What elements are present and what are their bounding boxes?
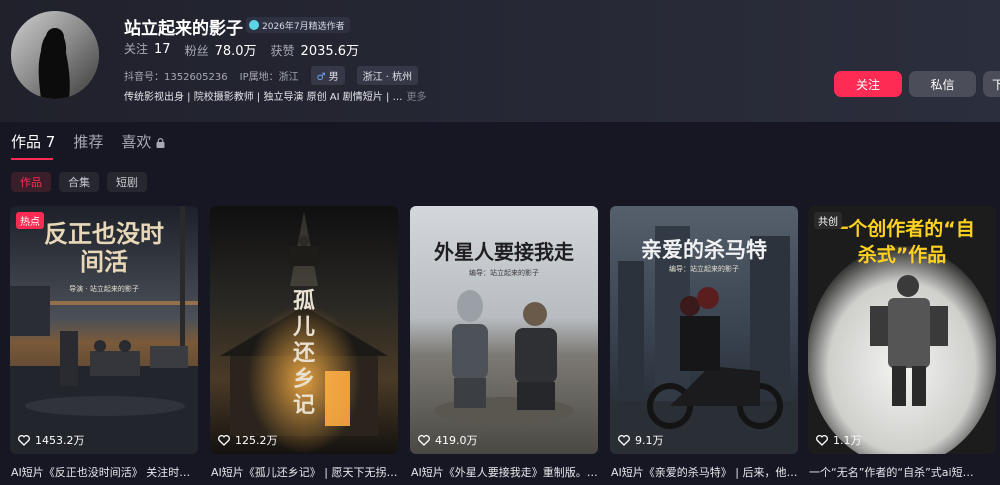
stat-likes: 获赞 2035.6万 <box>270 44 360 59</box>
video-thumbnail[interactable]: 孤儿还乡记 125.2万 <box>210 206 398 454</box>
video-grid: 反正也没时间活 导演 · 站立起来的影子 热点 1453.2万 AI短片《反正也… <box>10 206 1000 485</box>
thumbnail-title: 亲爱的杀马特 <box>641 237 767 262</box>
profile-name: 站立起来的影子 <box>124 19 243 39</box>
stat-following[interactable]: 关注 17 <box>124 40 171 59</box>
profile-bio: 传统影视出身 | 院校摄影教师 | 独立导演 原创 AI 剧情短片 | … 更多 <box>124 88 427 103</box>
thumbnail-subtitle: 编导：站立起来的影子 <box>469 269 539 277</box>
hot-badge: 热点 <box>16 212 44 229</box>
tab-liked-label: 喜欢 <box>121 133 152 151</box>
works-filter: 作品 合集 短剧 <box>11 172 147 192</box>
profile-meta: 抖音号：1352605236 IP属地：浙江 ♂ 男 浙江 · 杭州 <box>124 66 419 85</box>
co-created-badge: 共创 <box>814 212 842 229</box>
avatar-image <box>11 11 99 99</box>
video-card[interactable]: 孤儿还乡记 125.2万 AI短片《孤儿还乡记》 | 愿天下无拐… <box>210 206 398 479</box>
heart-icon <box>618 434 630 446</box>
tab-active-indicator <box>11 158 53 160</box>
video-thumbnail[interactable]: 亲爱的杀马特 编导：站立起来的影子 9.1万 <box>610 206 798 454</box>
profile-tabs: 作品 7 推荐 喜欢 <box>11 131 165 152</box>
like-count-value: 1453.2万 <box>35 434 85 447</box>
filter-works[interactable]: 作品 <box>11 172 51 192</box>
follow-button[interactable]: 关注 <box>834 71 902 97</box>
featured-creator-badge[interactable]: 2026年7月精选作者 <box>246 17 350 33</box>
video-thumbnail[interactable]: 一个创作者的“自杀式”作品 共创 1.1万 <box>808 206 996 454</box>
more-button[interactable]: 下 <box>983 71 1000 97</box>
ip-location: IP属地：浙江 <box>239 72 299 83</box>
like-count: 419.0万 <box>418 432 478 448</box>
stat-followers[interactable]: 粉丝 78.0万 <box>185 40 257 59</box>
heart-icon <box>816 434 828 446</box>
thumbnail-title: 孤儿还乡记 <box>292 288 315 418</box>
video-card[interactable]: 反正也没时间活 导演 · 站立起来的影子 热点 1453.2万 AI短片《反正也… <box>10 206 198 479</box>
like-count: 9.1万 <box>618 432 664 448</box>
tab-recommended[interactable]: 推荐 <box>73 131 103 152</box>
video-card[interactable]: 外星人要接我走 编导：站立起来的影子 419.0万 AI短片《外星人要接我走》重… <box>410 206 598 479</box>
video-caption[interactable]: 一个“无名”作者的“自杀”式ai短… <box>809 464 996 480</box>
lock-icon <box>156 137 165 148</box>
thumbnail-subtitle: 导演 · 站立起来的影子 <box>69 285 139 293</box>
heart-icon <box>18 434 30 446</box>
douyin-id: 抖音号：1352605236 <box>124 72 228 83</box>
like-count: 1453.2万 <box>18 432 85 448</box>
filter-short-dramas[interactable]: 短剧 <box>107 172 147 192</box>
heart-icon <box>218 434 230 446</box>
message-button[interactable]: 私信 <box>909 71 976 97</box>
video-caption[interactable]: AI短片《亲爱的杀马特》 | 后来，他… <box>611 464 798 480</box>
gender-tag: ♂ 男 <box>310 66 345 85</box>
like-count-value: 419.0万 <box>435 434 478 447</box>
like-count: 125.2万 <box>218 432 278 448</box>
tab-works[interactable]: 作品 7 <box>11 131 55 152</box>
like-count-value: 1.1万 <box>833 434 862 447</box>
thumbnail-title: 外星人要接我走 <box>434 240 574 264</box>
thumbnail-subtitle: 编导：站立起来的影子 <box>669 265 739 273</box>
badge-icon <box>249 20 259 30</box>
male-icon: ♂ <box>316 72 326 83</box>
tab-liked[interactable]: 喜欢 <box>121 131 165 152</box>
video-thumbnail[interactable]: 外星人要接我走 编导：站立起来的影子 419.0万 <box>410 206 598 454</box>
heart-icon <box>418 434 430 446</box>
video-caption[interactable]: AI短片《孤儿还乡记》 | 愿天下无拐… <box>211 464 398 480</box>
video-caption[interactable]: AI短片《外星人要接我走》重制版。… <box>411 464 598 480</box>
badge-label: 2026年7月精选作者 <box>262 21 345 32</box>
location-tag: 浙江 · 杭州 <box>356 66 419 85</box>
video-caption[interactable]: AI短片《反正也没时间活》 关注时间… <box>11 464 198 480</box>
video-thumbnail[interactable]: 反正也没时间活 导演 · 站立起来的影子 热点 1453.2万 <box>10 206 198 454</box>
profile-stats: 关注 17 粉丝 78.0万 获赞 2035.6万 <box>124 40 359 59</box>
like-count-value: 9.1万 <box>635 434 664 447</box>
filter-collections[interactable]: 合集 <box>59 172 99 192</box>
bio-more-link[interactable]: 更多 <box>407 92 427 103</box>
video-card[interactable]: 一个创作者的“自杀式”作品 共创 1.1万 一个“无名”作者的“自杀”式ai短… <box>808 206 996 479</box>
avatar[interactable] <box>11 11 99 99</box>
like-count-value: 125.2万 <box>235 434 278 447</box>
like-count: 1.1万 <box>816 432 862 448</box>
bio-text: 传统影视出身 | 院校摄影教师 | 独立导演 原创 AI 剧情短片 | … <box>124 92 403 103</box>
video-card[interactable]: 亲爱的杀马特 编导：站立起来的影子 9.1万 AI短片《亲爱的杀马特》 | 后来… <box>610 206 798 479</box>
